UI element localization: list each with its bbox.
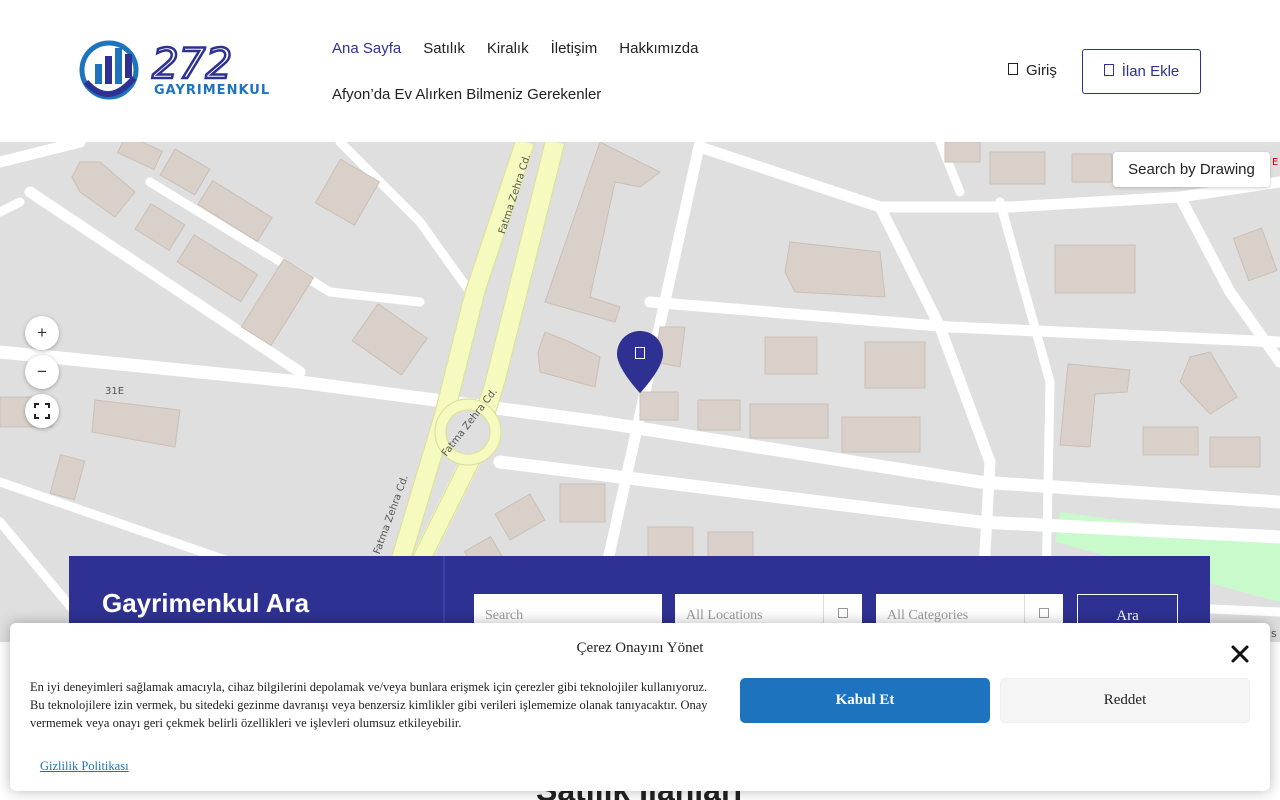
logo-mark-icon: 272 GAYRIMENKUL (79, 38, 270, 100)
cookie-title: Çerez Onayını Yönet (576, 640, 704, 656)
dropdown-arrow-icon (838, 608, 848, 618)
nav-item-nav_row1-0[interactable]: Ana Sayfa (332, 40, 401, 57)
nav-item-nav_row2-0[interactable]: Afyon’da Ev Alırken Bilmeniz Gerekenler (332, 86, 601, 103)
svg-text:GAYRIMENKUL: GAYRIMENKUL (154, 83, 270, 98)
add-listing-label: İlan Ekle (1121, 63, 1180, 80)
accept-cookies-button[interactable]: Kabul Et (740, 678, 990, 723)
nav-item-nav_row1-1[interactable]: Satılık (423, 40, 465, 57)
nav-item-nav_row1-4[interactable]: Hakkımızda (619, 40, 698, 57)
svg-text:272: 272 (152, 39, 232, 88)
search-title: Gayrimenkul Ara (102, 588, 310, 618)
cookie-description: En iyi deneyimleri sağlamak amacıyla, ci… (30, 680, 708, 730)
plus-icon (1103, 63, 1114, 80)
login-label: Giriş (1026, 62, 1057, 79)
road-code-label: 31E (105, 386, 125, 397)
location-placeholder: All Locations (686, 608, 763, 623)
site-header: 272 GAYRIMENKUL Ana Sayfa Satılık Kiralık İ… (0, 0, 1280, 142)
nav-item-nav_row1-3[interactable]: İletişim (551, 40, 598, 57)
nav-item-nav_row1-2[interactable]: Kiralık (487, 40, 529, 57)
search-by-drawing-button[interactable]: Search by Drawing (1113, 152, 1270, 187)
privacy-policy-link[interactable]: Gizlilik Politikası (40, 759, 129, 774)
keyword-placeholder: Search (485, 608, 524, 623)
map-attribution-fragment: s (1271, 627, 1277, 640)
map-pin-icon (617, 331, 663, 393)
site-logo[interactable]: 272 GAYRIMENKUL (78, 38, 298, 104)
zoom-in-button[interactable]: + (25, 316, 59, 350)
reject-cookies-button[interactable]: Reddet (1000, 678, 1250, 723)
main-nav: Ana Sayfa Satılık Kiralık İletişim Hakkımızd… (332, 38, 752, 130)
dropdown-arrow-icon (1039, 608, 1049, 618)
property-marker[interactable] (616, 329, 664, 395)
zoom-out-button[interactable]: − (25, 355, 59, 389)
cookie-consent-banner: Çerez Onayını Yönet En iyi deneyimleri s… (10, 623, 1270, 791)
close-icon (1231, 645, 1249, 663)
fullscreen-icon (34, 403, 50, 419)
add-listing-button[interactable]: İlan Ekle (1082, 49, 1201, 94)
category-placeholder: All Categories (887, 608, 969, 623)
close-button[interactable] (1226, 640, 1254, 668)
user-icon (1008, 62, 1018, 79)
login-link[interactable]: Giriş (1008, 62, 1057, 79)
fullscreen-button[interactable] (25, 394, 59, 428)
map-edge-label: E (1272, 157, 1279, 168)
